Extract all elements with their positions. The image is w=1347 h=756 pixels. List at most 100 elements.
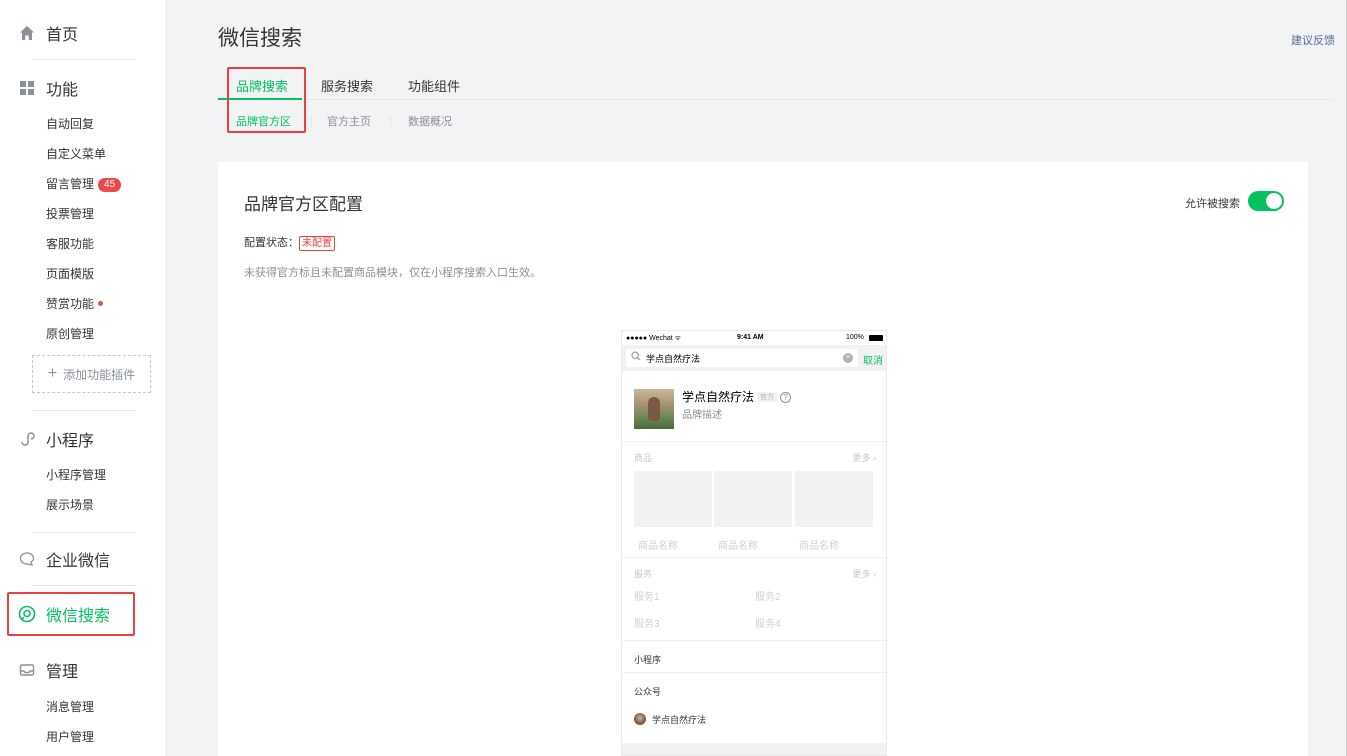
page-title: 微信搜索 xyxy=(218,27,302,50)
service-item[interactable]: 服务1 xyxy=(634,588,660,603)
services-title: 服务 xyxy=(634,569,653,579)
products-more-link[interactable]: 更多 › xyxy=(853,451,877,464)
product-name: 商品名称 xyxy=(799,541,839,552)
official-account-label: 公众号 xyxy=(634,687,662,697)
account-avatar xyxy=(634,713,646,725)
add-plugin-label: 添加功能插件 xyxy=(63,367,136,382)
phone-divider xyxy=(622,441,886,442)
phone-status-bar: ●●●●● Wechat ᯤ 9:41 AM 100% xyxy=(622,331,886,345)
phone-divider xyxy=(622,640,886,641)
status-label: 配置状态： xyxy=(244,237,299,249)
sidebar-item-comments[interactable]: 留言管理 45 xyxy=(46,174,122,194)
phone-bottom-bar xyxy=(622,743,886,755)
sidebar-item-manage[interactable]: 管理 xyxy=(0,655,165,685)
sidebar-item-features[interactable]: 功能 xyxy=(0,73,165,103)
sidebar-item-custom-menu[interactable]: 自定义菜单 xyxy=(46,144,106,164)
switch-label: 允许被搜索 xyxy=(1185,198,1240,210)
sidebar-features-label: 功能 xyxy=(46,82,79,99)
search-icon xyxy=(631,351,641,363)
sidebar-item-label: 留言管理 xyxy=(46,177,95,191)
subtab-divider xyxy=(311,115,312,127)
sidebar-item-miniprogram-manage[interactable]: 小程序管理 xyxy=(46,465,106,485)
comment-count-badge: 45 xyxy=(98,178,122,192)
home-icon xyxy=(18,24,36,42)
highlight-box xyxy=(7,592,135,636)
sidebar-item-message-manage[interactable]: 消息管理 xyxy=(46,697,94,717)
sidebar-divider xyxy=(32,532,136,533)
miniprogram-icon xyxy=(18,430,36,448)
carrier-text: ●●●●● Wechat ᯤ xyxy=(626,335,682,342)
service-item[interactable]: 服务4 xyxy=(755,615,781,630)
services-more-link[interactable]: 更多 › xyxy=(853,567,877,580)
sidebar-item-vote[interactable]: 投票管理 xyxy=(46,204,94,224)
phone-search-input[interactable]: 学点自然疗法 × xyxy=(626,349,858,367)
grid-icon xyxy=(18,79,36,97)
brand-name-text: 学点自然疗法 xyxy=(682,390,755,404)
subtab-divider xyxy=(390,115,391,127)
help-icon[interactable]: ? xyxy=(780,392,792,403)
phone-divider xyxy=(622,672,886,673)
phone-search-row: 学点自然疗法 × 取消 xyxy=(622,345,886,371)
feedback-link[interactable]: 建议反馈 xyxy=(1291,32,1335,48)
cancel-button[interactable]: 取消 xyxy=(863,352,883,367)
sidebar-item-auto-reply[interactable]: 自动回复 xyxy=(46,114,94,134)
sidebar-item-reward[interactable]: 赞赏功能 xyxy=(46,294,104,314)
sidebar-divider xyxy=(32,59,136,60)
brand-name: 学点自然疗法 官方? xyxy=(682,388,792,405)
sidebar-manage-label: 管理 xyxy=(46,664,79,681)
battery-text: 100% xyxy=(846,334,864,341)
brand-description: 品牌描述 xyxy=(682,410,722,421)
subtab-data-overview[interactable]: 数据概况 xyxy=(408,113,452,129)
phone-divider xyxy=(622,557,886,558)
tab-bar: 品牌搜索 服务搜索 功能组件 xyxy=(218,72,1334,100)
highlight-box xyxy=(227,67,306,133)
sidebar-item-page-template[interactable]: 页面模版 xyxy=(46,264,94,284)
allow-search-toggle[interactable] xyxy=(1248,191,1284,211)
phone-preview: ●●●●● Wechat ᯤ 9:41 AM 100% 学点自然疗法 × 取消 … xyxy=(621,330,887,756)
search-value: 学点自然疗法 xyxy=(646,354,701,364)
chat-icon xyxy=(18,550,36,568)
sidebar-wecom-label: 企业微信 xyxy=(46,553,111,570)
tab-service-search[interactable]: 服务搜索 xyxy=(321,76,373,95)
account-name[interactable]: 学点自然疗法 xyxy=(652,713,706,726)
sidebar-item-miniprogram[interactable]: 小程序 xyxy=(0,424,165,454)
subtab-official-home[interactable]: 官方主页 xyxy=(327,113,371,129)
inbox-icon xyxy=(18,661,36,679)
sidebar-home-label: 首页 xyxy=(46,27,79,44)
config-status: 配置状态： 未配置 xyxy=(244,234,335,251)
new-dot-icon xyxy=(98,301,104,306)
official-tag: 官方 xyxy=(757,392,778,402)
sidebar-item-home[interactable]: 首页 xyxy=(0,18,165,48)
product-card[interactable] xyxy=(714,471,792,527)
product-card[interactable] xyxy=(634,471,712,527)
sidebar-item-user-manage[interactable]: 用户管理 xyxy=(46,727,94,747)
service-item[interactable]: 服务3 xyxy=(634,615,660,630)
sidebar-divider xyxy=(32,410,136,411)
brand-avatar xyxy=(634,389,674,429)
product-name: 商品名称 xyxy=(638,541,678,552)
sidebar-item-display-scene[interactable]: 展示场景 xyxy=(46,495,94,515)
sidebar-item-wecom[interactable]: 企业微信 xyxy=(0,544,165,574)
card-title: 品牌官方区配置 xyxy=(244,195,363,214)
sidebar-item-label: 赞赏功能 xyxy=(46,297,95,311)
clear-icon[interactable]: × xyxy=(843,353,853,363)
main-content: 微信搜索 建议反馈 品牌搜索 服务搜索 功能组件 品牌官方区 官方主页 数据概况… xyxy=(165,0,1347,756)
sidebar-divider xyxy=(32,585,136,586)
sidebar: 首页 功能 自动回复 自定义菜单 留言管理 45 投票管理 客服功能 页面模版 赞… xyxy=(0,0,165,756)
tab-function-component[interactable]: 功能组件 xyxy=(408,76,460,95)
config-card: 品牌官方区配置 允许被搜索 配置状态： 未配置 未获得官方标且未配置商品模块，仅在… xyxy=(218,162,1308,756)
service-item[interactable]: 服务2 xyxy=(755,588,781,603)
sidebar-item-original[interactable]: 原创管理 xyxy=(46,324,94,344)
product-card[interactable] xyxy=(795,471,873,527)
miniprogram-label: 小程序 xyxy=(634,655,662,665)
product-name: 商品名称 xyxy=(718,541,758,552)
plus-icon: + xyxy=(47,365,58,382)
products-title: 商品 xyxy=(634,453,653,463)
toggle-knob xyxy=(1266,193,1282,209)
add-plugin-button[interactable]: + 添加功能插件 xyxy=(32,355,151,393)
status-time: 9:41 AM xyxy=(737,334,764,341)
sidebar-miniprogram-label: 小程序 xyxy=(46,433,95,450)
battery-icon xyxy=(869,335,883,341)
status-badge: 未配置 xyxy=(299,236,335,251)
sidebar-item-customer-service[interactable]: 客服功能 xyxy=(46,234,94,254)
